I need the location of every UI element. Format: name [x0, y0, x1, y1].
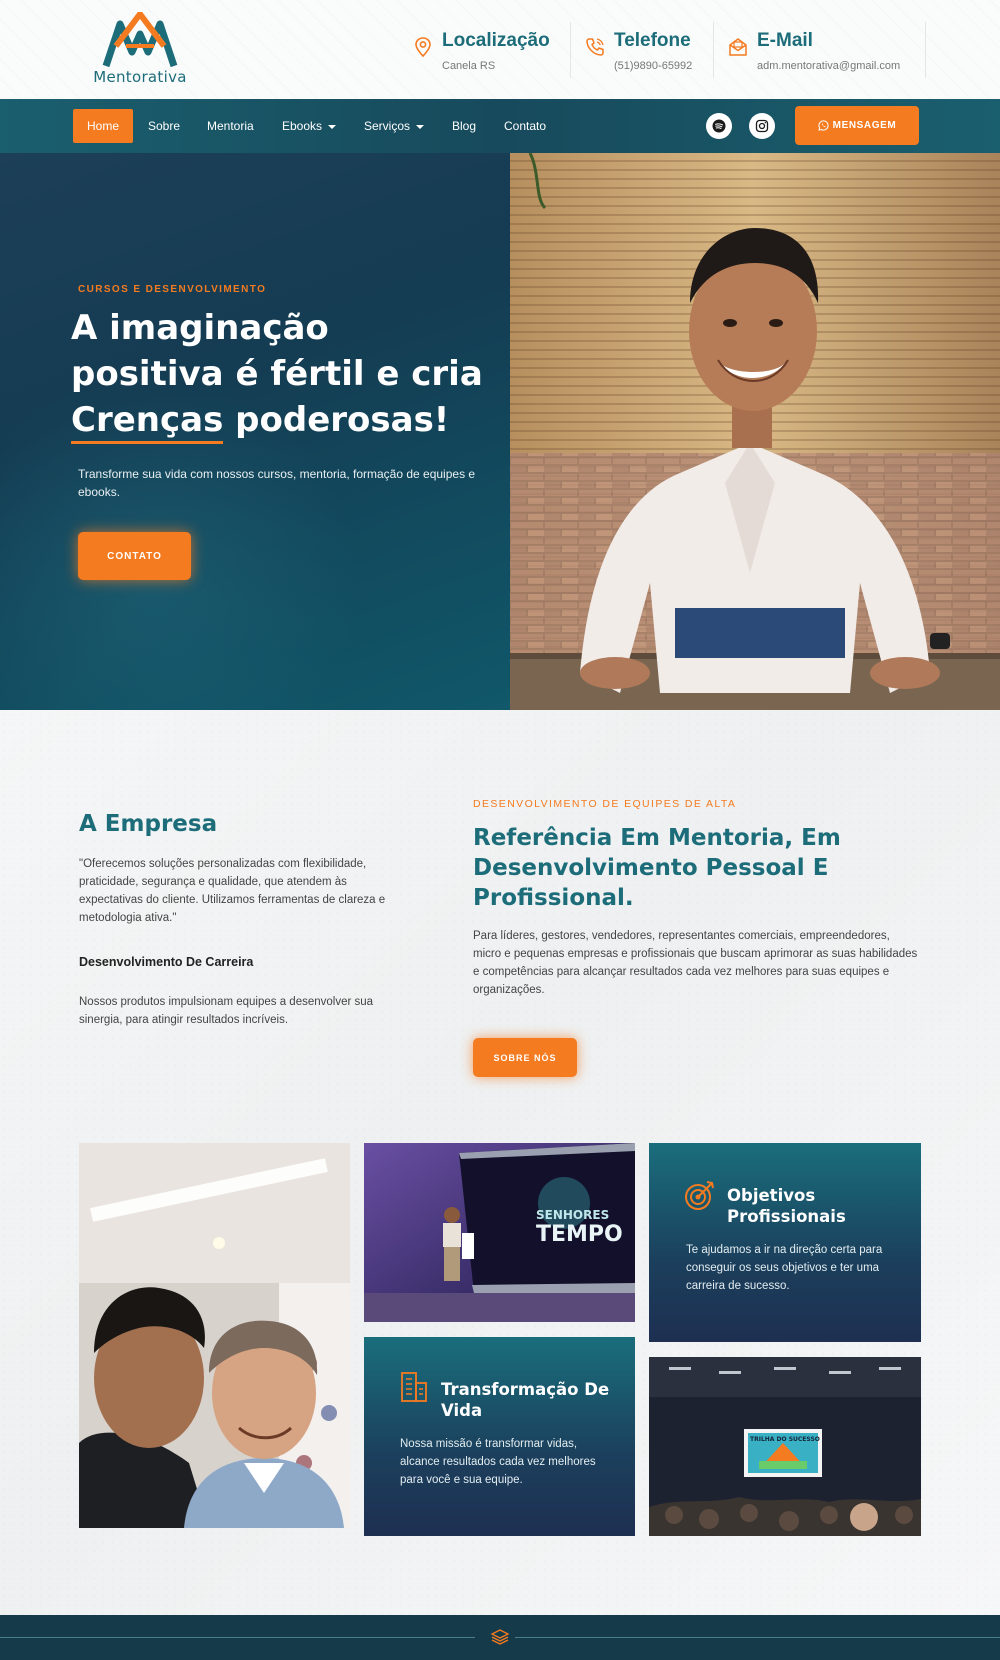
- message-button[interactable]: MENSAGEM: [795, 106, 919, 145]
- main-navbar: Home Sobre Mentoria Ebooks Serviços Blog…: [0, 99, 1000, 153]
- nav-blog[interactable]: Blog: [452, 109, 476, 143]
- divider: [925, 22, 926, 78]
- company-title: A Empresa: [79, 811, 218, 837]
- transformation-card[interactable]: Transformação De Vida Nossa missão é tra…: [364, 1337, 635, 1536]
- hero-title-highlight: Crenças: [71, 400, 224, 444]
- auditorium-image: TRILHA DO SUCESSO: [649, 1357, 921, 1536]
- reference-title: Referência Em Mentoria, Em Desenvolvimen…: [473, 825, 841, 911]
- nav-mentoria[interactable]: Mentoria: [207, 109, 254, 143]
- nav-home[interactable]: Home: [73, 109, 134, 143]
- spotify-link[interactable]: [706, 113, 732, 139]
- hero-section: CURSOS E DESENVOLVIMENTO A imaginação po…: [0, 153, 510, 710]
- location-title: Localização: [442, 30, 550, 51]
- transformation-title: Transformação De Vida: [441, 1380, 610, 1420]
- stage-screen-text-1: SENHORES: [536, 1208, 609, 1222]
- nav-servicos[interactable]: Serviços: [364, 109, 425, 143]
- instagram-link[interactable]: [749, 113, 775, 139]
- hero-contact-button[interactable]: CONTATO: [78, 532, 191, 580]
- email-value[interactable]: adm.mentorativa@gmail.com: [757, 60, 900, 72]
- reference-kicker: DESENVOLVIMENTO DE EQUIPES DE ALTA: [473, 798, 737, 810]
- logo[interactable]: Mentorativa: [90, 12, 190, 88]
- phone-value[interactable]: (51)9890-65992: [614, 60, 692, 72]
- about-us-button-label: SOBRE NÓS: [493, 1052, 557, 1063]
- hero-title-line1: A imaginação: [71, 308, 329, 348]
- divider: [713, 22, 714, 78]
- email-block[interactable]: E-Mail adm.mentorativa@gmail.com: [727, 24, 927, 78]
- nav-ebooks[interactable]: Ebooks: [282, 109, 337, 143]
- logo-mark-icon: [102, 12, 178, 68]
- objectives-title: Objetivos Profissionais: [727, 1186, 846, 1226]
- reference-text: Para líderes, gestores, vendedores, repr…: [473, 930, 918, 996]
- hero-title: A imaginação positiva é fértil e cria Cr…: [71, 305, 491, 444]
- selfie-photo: [79, 1143, 350, 1528]
- spotify-icon: [712, 119, 726, 133]
- company-quote: "Oferecemos soluções personalizadas com …: [79, 858, 386, 924]
- about-us-button[interactable]: SOBRE NÓS: [473, 1038, 577, 1077]
- phone-title: Telefone: [614, 30, 691, 51]
- nav-sobre[interactable]: Sobre: [148, 109, 180, 143]
- nav-contato[interactable]: Contato: [504, 109, 546, 143]
- phone-icon: [586, 38, 604, 56]
- hero-title-line2: positiva é fértil e cria: [71, 354, 483, 394]
- stage-screen-text-2: TEMPO: [536, 1222, 623, 1247]
- career-text: Nossos produtos impulsionam equipes a de…: [79, 996, 374, 1026]
- hero-title-end: poderosas!: [223, 400, 450, 440]
- location-pin-icon: [415, 37, 431, 58]
- building-icon: [401, 1372, 427, 1402]
- hero-contact-button-label: CONTATO: [107, 550, 162, 562]
- footer-strip: [0, 1615, 1000, 1660]
- logo-text: Mentorativa: [93, 68, 187, 86]
- chevron-down-icon: [416, 124, 425, 129]
- objectives-text: Te ajudamos a ir na direção certa para c…: [686, 1244, 883, 1292]
- hero-subtitle: Transforme sua vida com nossos cursos, m…: [78, 467, 476, 499]
- career-subtitle: Desenvolvimento De Carreira: [79, 955, 254, 969]
- stage-photo: SENHORES TEMPO: [364, 1143, 635, 1322]
- target-icon: [685, 1181, 714, 1210]
- selfie-image: [79, 1143, 350, 1528]
- stage-image: SENHORES TEMPO: [364, 1143, 635, 1322]
- footer-divider-left: [0, 1637, 475, 1638]
- phone-block[interactable]: Telefone (51)9890-65992: [584, 24, 714, 78]
- layers-icon: [490, 1629, 510, 1645]
- objectives-card[interactable]: Objetivos Profissionais Te ajudamos a ir…: [649, 1143, 921, 1342]
- top-header: Mentorativa Localização Canela RS Telefo…: [0, 0, 1000, 99]
- whatsapp-icon: [818, 120, 829, 131]
- hero-photo: [510, 153, 1000, 710]
- transformation-text: Nossa missão é transformar vidas, alcanc…: [400, 1438, 596, 1486]
- auditorium-photo: TRILHA DO SUCESSO: [649, 1357, 921, 1536]
- hero-kicker: CURSOS E DESENVOLVIMENTO: [78, 284, 267, 295]
- mail-icon: [729, 38, 747, 56]
- email-title: E-Mail: [757, 30, 813, 51]
- divider: [570, 22, 571, 78]
- chevron-down-icon: [328, 124, 337, 129]
- mentor-portrait-image: [510, 153, 1000, 710]
- instagram-icon: [755, 119, 769, 133]
- location-value: Canela RS: [442, 60, 496, 72]
- location-block: Localização Canela RS: [412, 24, 562, 78]
- footer-divider-right: [515, 1637, 1000, 1638]
- auditorium-screen-text: TRILHA DO SUCESSO: [750, 1436, 820, 1443]
- message-button-label: MENSAGEM: [832, 120, 897, 131]
